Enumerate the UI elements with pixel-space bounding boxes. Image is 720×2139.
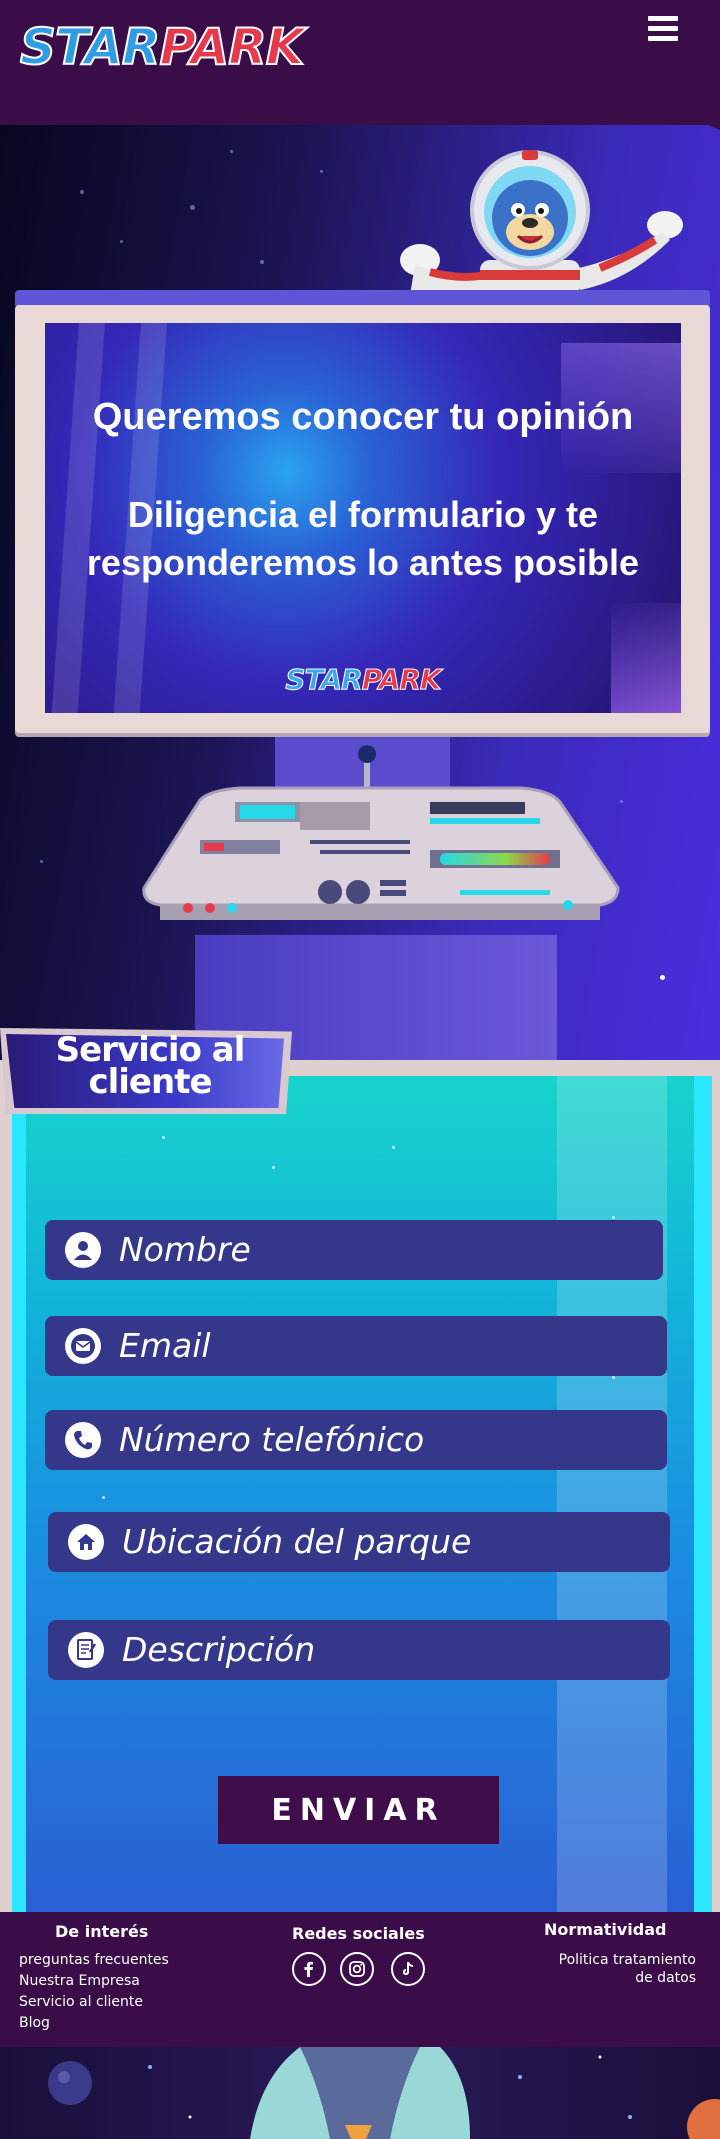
- monitor-top-edge: [15, 290, 710, 306]
- document-icon: [68, 1632, 104, 1668]
- name-field-label: Nombre: [119, 1230, 251, 1269]
- screen-logo: STARPARK: [285, 663, 442, 697]
- service-title-line2: cliente: [88, 1062, 212, 1102]
- footer-interest-title: De interés: [55, 1922, 149, 1941]
- name-field[interactable]: Nombre: [45, 1220, 663, 1280]
- home-icon: [68, 1524, 104, 1560]
- footer-link-data-policy[interactable]: Politica tratamiento de datos: [559, 1951, 696, 1987]
- description-field-label: Descripción: [122, 1630, 316, 1669]
- control-console: [142, 745, 620, 920]
- description-field[interactable]: Descripción: [48, 1620, 670, 1680]
- hamburger-menu-icon[interactable]: [648, 16, 678, 46]
- monitor-frame: Queremos conocer tu opinión Diligencia e…: [15, 305, 710, 733]
- screen-title: Queremos conocer tu opinión: [92, 396, 634, 438]
- phone-field-label: Número telefónico: [119, 1420, 425, 1459]
- bottom-space-decoration: [0, 2047, 720, 2139]
- footer-social-title: Redes sociales: [292, 1924, 425, 1943]
- tiktok-icon[interactable]: [391, 1952, 425, 1986]
- park-location-field-label: Ubicación del parque: [122, 1522, 472, 1561]
- email-field-label: Email: [119, 1326, 211, 1365]
- submit-button[interactable]: ENVIAR: [218, 1776, 499, 1844]
- user-icon: [65, 1232, 101, 1268]
- instagram-icon[interactable]: [340, 1952, 374, 1986]
- astronaut-mascot: [400, 150, 683, 295]
- facebook-icon[interactable]: [292, 1952, 326, 1986]
- screen-subtitle: Diligencia el formulario y te respondere…: [86, 494, 640, 583]
- starpark-logo[interactable]: STARPARK: [19, 17, 305, 77]
- phone-icon: [65, 1422, 101, 1458]
- monitor-screen: Queremos conocer tu opinión Diligencia e…: [45, 323, 681, 713]
- service-title-banner: Servicio al cliente: [0, 1028, 292, 1114]
- footer-legal-title: Normatividad: [544, 1920, 667, 1939]
- park-location-field[interactable]: Ubicación del parque: [48, 1512, 670, 1572]
- site-footer: De interés preguntas frecuentes Nuestra …: [0, 1912, 720, 2047]
- footer-link-company[interactable]: Nuestra Empresa: [19, 1972, 140, 1990]
- footer-link-faq[interactable]: preguntas frecuentes: [19, 1951, 169, 1969]
- footer-link-customer-service[interactable]: Servicio al cliente: [19, 1993, 143, 2011]
- phone-field[interactable]: Número telefónico: [45, 1410, 667, 1470]
- email-field[interactable]: Email: [45, 1316, 667, 1376]
- envelope-icon: [65, 1328, 101, 1364]
- footer-link-blog[interactable]: Blog: [19, 2014, 50, 2032]
